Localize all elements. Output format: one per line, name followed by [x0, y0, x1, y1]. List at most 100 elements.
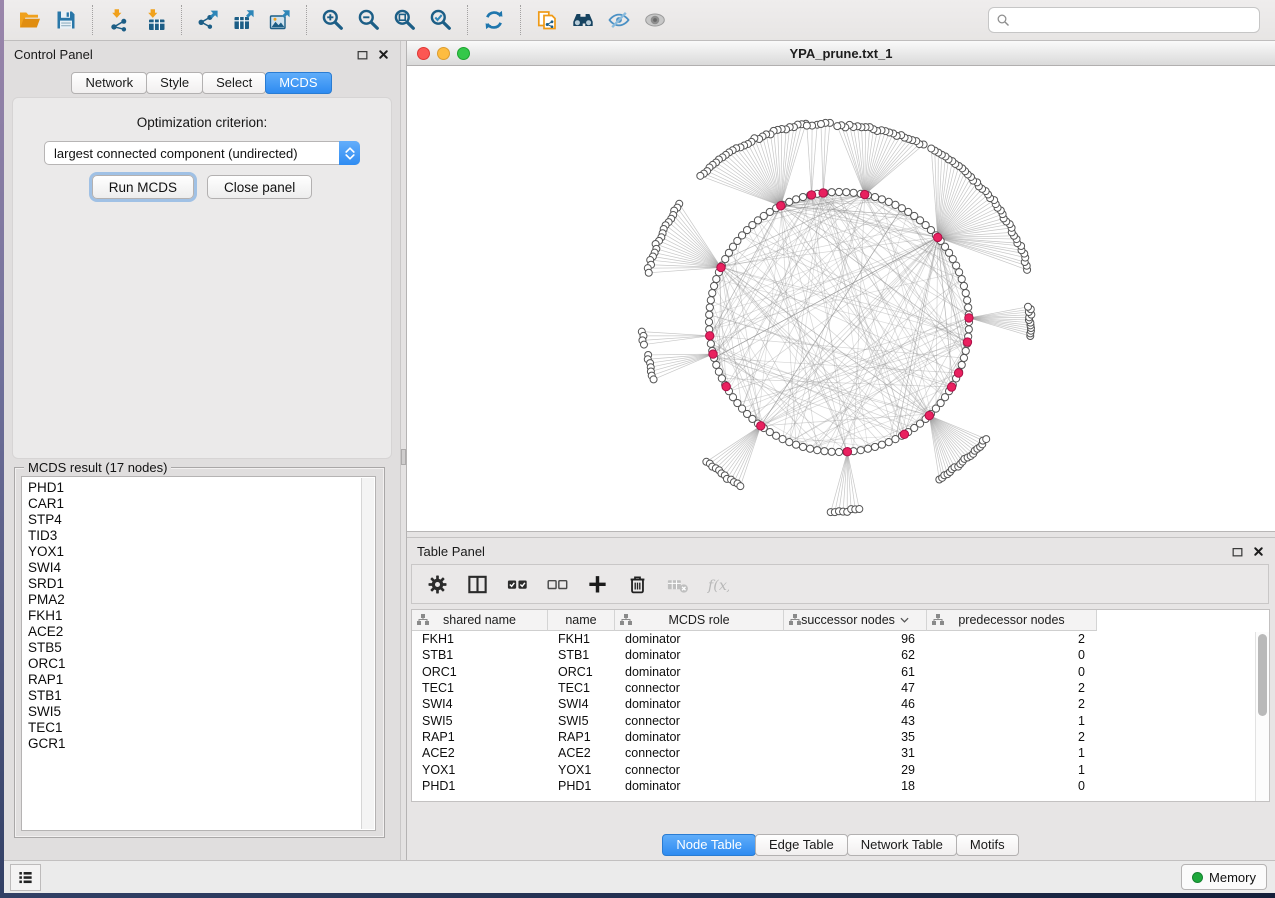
table-cell[interactable]: dominator	[615, 648, 784, 662]
tab-motifs[interactable]: Motifs	[956, 834, 1019, 856]
table-row[interactable]: SWI4SWI4dominator462	[412, 696, 1269, 712]
table-cell[interactable]: 1	[927, 746, 1097, 760]
show-all-button[interactable]	[637, 5, 673, 36]
zoom-selected-button[interactable]	[423, 5, 459, 36]
column-header-name[interactable]: name	[548, 610, 615, 631]
graph-node[interactable]	[779, 436, 786, 443]
result-list-item[interactable]: STB1	[28, 688, 375, 704]
close-panel-icon[interactable]	[377, 48, 390, 61]
graph-node[interactable]	[956, 269, 963, 276]
zoom-in-button[interactable]	[315, 5, 351, 36]
table-row[interactable]: FKH1FKH1dominator962	[412, 631, 1269, 647]
result-list-item[interactable]: PHD1	[28, 480, 375, 496]
graph-node[interactable]	[850, 189, 857, 196]
table-cell[interactable]: dominator	[615, 697, 784, 711]
tab-edge-table[interactable]: Edge Table	[755, 834, 848, 856]
graph-node[interactable]	[947, 383, 955, 391]
result-list-item[interactable]: STB5	[28, 640, 375, 656]
table-cell[interactable]: 35	[784, 730, 927, 744]
graph-node[interactable]	[958, 275, 965, 282]
table-cell[interactable]: YOX1	[412, 763, 548, 777]
column-header-MCDS-role[interactable]: MCDS role	[615, 610, 784, 631]
table-cell[interactable]: STB1	[548, 648, 615, 662]
graph-node[interactable]	[934, 233, 942, 241]
splitter-grip[interactable]	[401, 449, 406, 465]
graph-node[interactable]	[965, 326, 972, 333]
graph-node[interactable]	[963, 338, 971, 346]
graph-node[interactable]	[857, 447, 864, 454]
graph-node[interactable]	[819, 189, 827, 197]
graph-node[interactable]	[717, 263, 725, 271]
add-column-button[interactable]	[586, 573, 609, 596]
table-cell[interactable]: 2	[927, 730, 1097, 744]
graph-node[interactable]	[885, 439, 892, 446]
column-header-shared-name[interactable]: shared name	[412, 610, 548, 631]
tab-select[interactable]: Select	[202, 72, 266, 94]
table-cell[interactable]: 96	[784, 632, 927, 646]
graph-node[interactable]	[715, 368, 722, 375]
graph-node[interactable]	[828, 189, 835, 196]
table-cell[interactable]: ACE2	[548, 746, 615, 760]
graph-node[interactable]	[835, 188, 842, 195]
graph-node[interactable]	[814, 447, 821, 454]
import-table-button[interactable]	[137, 5, 173, 36]
table-cell[interactable]: 31	[784, 746, 927, 760]
table-cell[interactable]: SWI4	[548, 697, 615, 711]
float-table-panel-icon[interactable]	[1231, 545, 1244, 558]
result-list-item[interactable]: GCR1	[28, 736, 375, 752]
table-cell[interactable]: connector	[615, 746, 784, 760]
criterion-dropdown[interactable]: largest connected component (undirected)	[44, 141, 360, 165]
graph-node[interactable]	[928, 145, 935, 152]
table-row[interactable]: PHD1PHD1dominator180	[412, 778, 1269, 794]
table-cell[interactable]: RAP1	[412, 730, 548, 744]
result-list-item[interactable]: ORC1	[28, 656, 375, 672]
table-cell[interactable]: SWI5	[412, 714, 548, 728]
zoom-out-button[interactable]	[351, 5, 387, 36]
graph-node[interactable]	[709, 350, 717, 358]
graph-node[interactable]	[707, 297, 714, 304]
result-list-item[interactable]: YOX1	[28, 544, 375, 560]
graph-node[interactable]	[843, 448, 851, 456]
graph-node[interactable]	[1025, 303, 1032, 310]
graph-node[interactable]	[777, 202, 785, 210]
delete-column-button[interactable]	[626, 573, 649, 596]
graph-node[interactable]	[709, 289, 716, 296]
result-list-item[interactable]: SWI4	[28, 560, 375, 576]
graph-node[interactable]	[786, 439, 793, 446]
vertical-splitter[interactable]	[400, 41, 407, 860]
graph-node[interactable]	[807, 191, 815, 199]
export-table-button[interactable]	[226, 5, 262, 36]
graph-node[interactable]	[843, 189, 850, 196]
table-cell[interactable]: 61	[784, 665, 927, 679]
tab-style[interactable]: Style	[146, 72, 203, 94]
hide-selected-button[interactable]	[601, 5, 637, 36]
graph-node[interactable]	[817, 121, 824, 128]
table-row[interactable]: ACE2ACE2connector311	[412, 745, 1269, 761]
close-table-panel-icon[interactable]	[1252, 545, 1265, 558]
select-all-columns-button[interactable]	[506, 573, 529, 596]
column-header-successor-nodes[interactable]: successor nodes	[784, 610, 927, 631]
graph-node[interactable]	[697, 172, 704, 179]
table-cell[interactable]: ORC1	[548, 665, 615, 679]
dropdown-stepper-icon[interactable]	[339, 141, 360, 165]
table-cell[interactable]: dominator	[615, 665, 784, 679]
network-canvas[interactable]	[407, 66, 1275, 531]
result-list-item[interactable]: FKH1	[28, 608, 375, 624]
minimize-window-icon[interactable]	[437, 47, 450, 60]
table-cell[interactable]: 1	[927, 714, 1097, 728]
result-list-item[interactable]: ACE2	[28, 624, 375, 640]
graph-node[interactable]	[965, 314, 973, 322]
table-row[interactable]: RAP1RAP1dominator352	[412, 729, 1269, 745]
table-cell[interactable]: FKH1	[412, 632, 548, 646]
graph-node[interactable]	[803, 122, 810, 129]
graph-node[interactable]	[737, 483, 744, 490]
graph-node[interactable]	[964, 297, 971, 304]
graph-node[interactable]	[962, 347, 969, 354]
table-cell[interactable]: 0	[927, 779, 1097, 793]
result-list-item[interactable]: SRD1	[28, 576, 375, 592]
task-history-button[interactable]	[10, 864, 41, 891]
graph-node[interactable]	[705, 318, 712, 325]
maximize-window-icon[interactable]	[457, 47, 470, 60]
graph-node[interactable]	[878, 441, 885, 448]
table-scrollbar[interactable]	[1255, 632, 1269, 801]
